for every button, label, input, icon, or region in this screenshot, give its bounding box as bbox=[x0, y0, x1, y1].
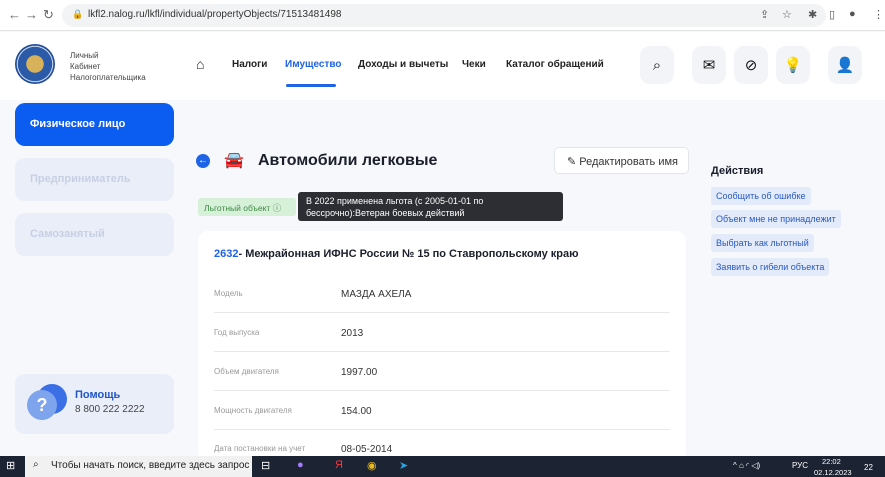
divider bbox=[214, 429, 670, 430]
language-indicator[interactable]: РУС bbox=[792, 461, 808, 470]
sidepanel-icon[interactable]: ▯ bbox=[829, 8, 835, 21]
badge-label: Льготный объект bbox=[204, 203, 271, 213]
row-value: 1997.00 bbox=[341, 367, 378, 378]
url-text: lkfl2.nalog.ru/lkfl/individual/propertyO… bbox=[88, 9, 342, 20]
nav-taxes[interactable]: Налоги bbox=[232, 59, 267, 70]
page-title: Автомобили легковые bbox=[258, 152, 438, 169]
action-report-loss[interactable]: Заявить о гибели объекта bbox=[711, 258, 830, 276]
tax-office-title: 2632- Межрайонная ИФНС России № 15 по Ст… bbox=[214, 248, 579, 260]
help-phone[interactable]: 8 800 222 2222 bbox=[75, 404, 145, 415]
back-arrow-icon[interactable]: ← bbox=[196, 154, 210, 168]
fns-logo[interactable] bbox=[15, 44, 55, 84]
sidebar-item-individual[interactable]: Физическое лицо bbox=[15, 103, 174, 146]
row-value: 2013 bbox=[341, 328, 364, 339]
row-label: Год выпуска bbox=[214, 328, 260, 337]
brand-line: Кабинет bbox=[70, 62, 101, 71]
divider bbox=[214, 351, 670, 352]
star-icon[interactable]: ☆ bbox=[782, 8, 792, 21]
profile-icon[interactable]: ● bbox=[849, 8, 856, 20]
help-circle-icon[interactable]: ⓘ bbox=[273, 203, 282, 213]
windows-start-icon[interactable]: ⊞ bbox=[6, 459, 15, 472]
row-label: Дата постановки на учет bbox=[214, 444, 306, 453]
nav-receipts[interactable]: Чеки bbox=[462, 59, 486, 70]
messages-button[interactable]: ✉ bbox=[692, 46, 726, 84]
pencil-icon: ✎ bbox=[567, 156, 580, 168]
lightbulb-icon: 💡 bbox=[783, 57, 803, 74]
tips-button[interactable]: 💡 bbox=[776, 46, 810, 84]
visibility-button[interactable]: ⊘ bbox=[734, 46, 768, 84]
tax-office-code[interactable]: 2632 bbox=[214, 248, 238, 260]
share-icon[interactable]: ⇪ bbox=[760, 8, 769, 21]
reload-icon[interactable]: ↻ bbox=[43, 7, 54, 23]
edit-name-label: Редактировать имя bbox=[579, 156, 678, 168]
brand-line: Налогоплательщика bbox=[70, 73, 146, 82]
home-icon[interactable]: ⌂ bbox=[196, 56, 204, 72]
nav-property[interactable]: Имущество bbox=[285, 59, 341, 70]
tray-icons[interactable]: ^ ⌂ ◜ ◁) bbox=[733, 461, 760, 470]
row-label: Модель bbox=[214, 289, 243, 298]
clock-date[interactable]: 02.12.2023 bbox=[814, 468, 852, 477]
actions-title: Действия bbox=[711, 165, 764, 177]
benefit-badge[interactable]: Льготный объект ⓘ bbox=[198, 198, 296, 216]
help-icon: ? bbox=[27, 390, 57, 420]
row-label: Мощность двигателя bbox=[214, 406, 292, 415]
taskbar-search[interactable]: ⌕ Чтобы начать поиск, введите здесь запро… bbox=[25, 456, 252, 477]
alice-icon[interactable]: ● bbox=[297, 459, 304, 471]
action-set-benefit[interactable]: Выбрать как льготный bbox=[711, 234, 814, 252]
back-icon[interactable]: ← bbox=[8, 7, 21, 22]
car-icon: 🚘 bbox=[224, 152, 244, 169]
divider bbox=[214, 390, 670, 391]
menu-icon[interactable]: ⋮ bbox=[873, 8, 884, 21]
row-label: Объем двигателя bbox=[214, 367, 279, 376]
eye-off-icon: ⊘ bbox=[744, 57, 758, 74]
row-value: 08-05-2014 bbox=[341, 444, 393, 455]
lock-icon: 🔒 bbox=[72, 9, 84, 19]
action-not-mine[interactable]: Объект мне не принадлежит bbox=[711, 210, 841, 228]
notification-center[interactable]: 22 bbox=[864, 463, 873, 472]
active-tab-indicator bbox=[286, 84, 336, 87]
search-icon: ⌕ bbox=[652, 56, 662, 74]
nav-catalog[interactable]: Каталог обращений bbox=[506, 59, 604, 70]
sidebar-item-selfemployed[interactable]: Самозанятый bbox=[15, 213, 174, 256]
task-view-icon[interactable]: ⊟ bbox=[261, 459, 270, 472]
yandex-browser-icon[interactable]: Я bbox=[335, 459, 343, 471]
forward-icon[interactable]: → bbox=[25, 7, 38, 22]
mail-icon: ✉ bbox=[702, 57, 716, 74]
row-value: МАЗДА АХЕЛА bbox=[341, 289, 412, 300]
profile-button[interactable]: 👤 bbox=[828, 46, 862, 84]
property-card bbox=[198, 231, 686, 461]
clock-time[interactable]: 22:02 bbox=[822, 457, 841, 466]
help-title: Помощь bbox=[75, 389, 121, 401]
search-icon: ⌕ bbox=[33, 459, 39, 470]
row-value: 154.00 bbox=[341, 406, 372, 417]
action-report-error[interactable]: Сообщить об ошибке bbox=[711, 187, 811, 205]
divider bbox=[214, 312, 670, 313]
sidebar-item-entrepreneur[interactable]: Предприниматель bbox=[15, 158, 174, 201]
taskbar-search-placeholder: Чтобы начать поиск, введите здесь запрос bbox=[51, 460, 250, 471]
telegram-icon[interactable]: ➤ bbox=[399, 459, 408, 472]
search-button[interactable]: ⌕ bbox=[640, 46, 674, 84]
nav-income[interactable]: Доходы и вычеты bbox=[358, 59, 448, 70]
user-icon: 👤 bbox=[835, 57, 855, 74]
extensions-icon[interactable]: ✱ bbox=[808, 8, 817, 21]
tax-office-name: - Межрайонная ИФНС России № 15 по Ставро… bbox=[238, 248, 579, 260]
edit-name-button[interactable]: ✎ Редактировать имя bbox=[554, 147, 689, 174]
brand-line: Личный bbox=[70, 51, 99, 60]
address-bar[interactable]: 🔒 lkfl2.nalog.ru/lkfl/individual/property… bbox=[62, 4, 826, 27]
benefit-tooltip: В 2022 применена льгота (с 2005-01-01 по… bbox=[298, 192, 563, 221]
chrome-icon[interactable]: ◉ bbox=[367, 459, 377, 472]
brand-text: Личный Кабинет Налогоплательщика bbox=[70, 50, 146, 83]
